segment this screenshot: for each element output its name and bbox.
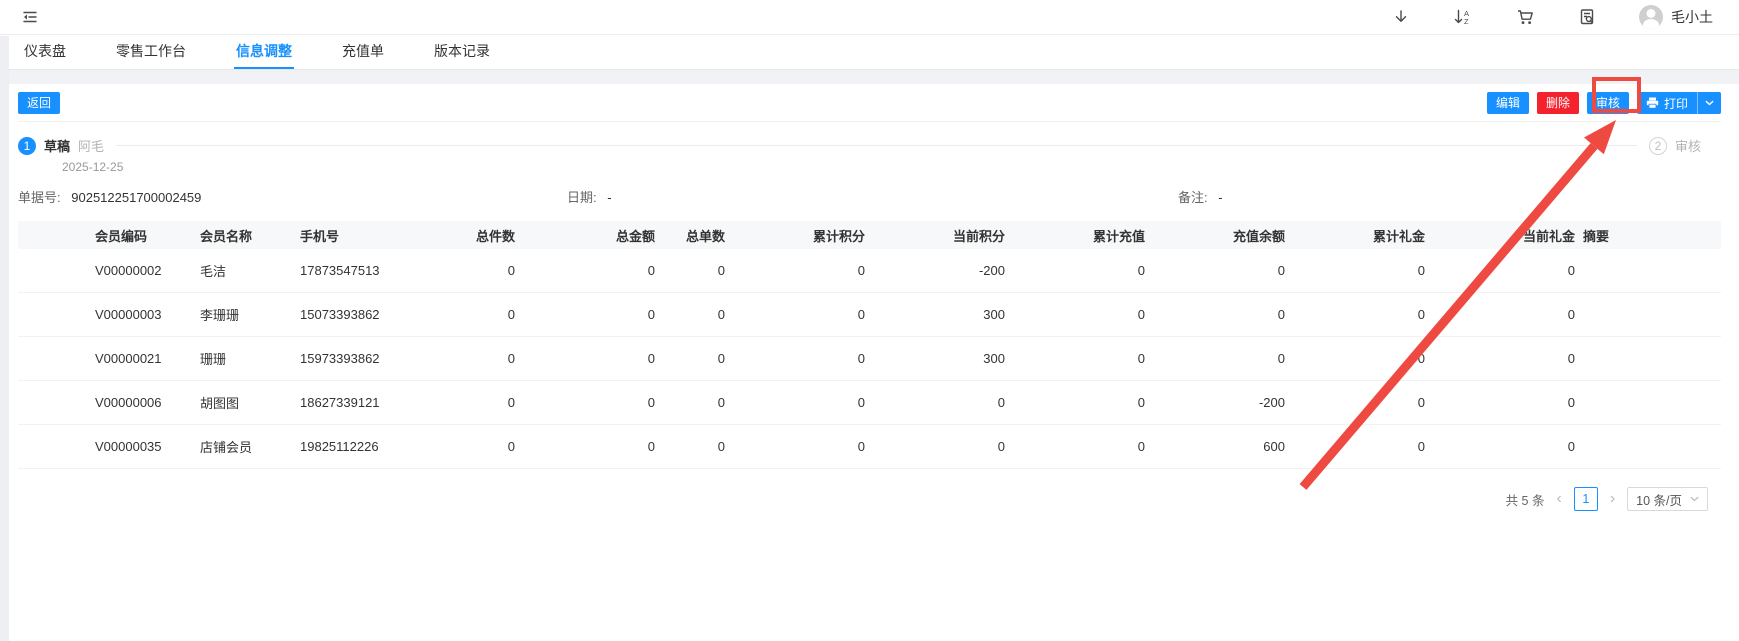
col-current-points: 当前积分: [952, 228, 1005, 244]
step1-indicator: 1: [18, 136, 36, 155]
toolbar-actions: 编辑 删除 审核 打印: [1486, 92, 1721, 114]
page-size-value: 10 条/页: [1636, 493, 1682, 508]
tab-info-adjust[interactable]: 信息调整: [234, 35, 294, 69]
chevron-down-icon: [1705, 100, 1714, 106]
delete-button[interactable]: 删除: [1536, 92, 1579, 114]
pagination: 共 5 条 ‹ 1 › 10 条/页: [18, 487, 1721, 511]
member-code: V00000003: [95, 307, 162, 322]
col-member-name: 会员名称: [200, 228, 253, 244]
workflow-steps: 1 草稿 阿毛 2 审核: [18, 122, 1721, 155]
member-table: 会员编码 会员名称 手机号 总件数 总金额 总单数 累计积分 当前积分 累计充值…: [18, 221, 1721, 469]
col-total-amount: 总金额: [615, 228, 655, 244]
page-size-select[interactable]: 10 条/页: [1627, 487, 1708, 511]
col-current-gift: 当前礼金: [1522, 228, 1575, 244]
table-row[interactable]: V00000006 胡图图 18627339121 0 0 0 0 0 0 -2…: [18, 381, 1721, 425]
order-no-label: 单据号:: [18, 190, 61, 205]
tab-bar: 仪表盘 零售工作台 信息调整 充值单 版本记录: [0, 35, 1739, 70]
table-row[interactable]: V00000002 毛洁 17873547513 0 0 0 0 -200 0 …: [18, 249, 1721, 293]
tab-recharge-order[interactable]: 充值单: [340, 35, 386, 69]
member-name: 店铺会员: [200, 440, 253, 455]
content-gap: [0, 70, 1739, 84]
remark-value: -: [1218, 190, 1223, 205]
print-button-group: 打印: [1636, 92, 1721, 114]
table-row[interactable]: V00000021 珊珊 15973393862 0 0 0 0 300 0 0…: [18, 337, 1721, 381]
detail-panel: 返回 编辑 删除 审核 打印 1 草稿 阿毛 2 审核 2025-12-25 单…: [0, 84, 1739, 511]
user-name: 毛小土: [1671, 9, 1713, 25]
col-recharge-balance: 充值余额: [1232, 228, 1285, 244]
tab-version-record[interactable]: 版本记录: [432, 35, 492, 69]
left-rail: [0, 36, 9, 641]
top-bar: A Z 毛小土: [0, 0, 1739, 35]
step1-operator: 阿毛: [78, 139, 105, 154]
next-page-button[interactable]: ›: [1610, 491, 1615, 507]
member-name: 毛洁: [200, 264, 227, 279]
current-page[interactable]: 1: [1573, 487, 1598, 511]
print-button[interactable]: 打印: [1637, 92, 1697, 114]
table-row[interactable]: V00000003 李珊珊 15073393862 0 0 0 0 300 0 …: [18, 293, 1721, 337]
member-phone: 15973393862: [300, 351, 380, 366]
edit-button[interactable]: 编辑: [1486, 92, 1529, 114]
prev-page-button[interactable]: ‹: [1556, 491, 1561, 507]
chevron-down-icon: [1690, 496, 1699, 502]
tab-retail-workbench[interactable]: 零售工作台: [114, 35, 188, 69]
step1-date: 2025-12-25: [62, 160, 124, 174]
table-header: 会员编码 会员名称 手机号 总件数 总金额 总单数 累计积分 当前积分 累计充值…: [18, 221, 1721, 249]
member-code: V00000035: [95, 439, 162, 454]
member-code: V00000002: [95, 263, 162, 278]
document-search-icon[interactable]: [1577, 7, 1597, 27]
back-button[interactable]: 返回: [18, 92, 61, 114]
remark-label: 备注:: [1178, 190, 1208, 205]
user-avatar-icon: [1639, 5, 1663, 29]
step2-title: 审核: [1674, 139, 1701, 154]
step-connector: [116, 145, 1637, 146]
svg-text:Z: Z: [1464, 17, 1469, 26]
step2-indicator: 2: [1648, 136, 1667, 155]
step1-title: 草稿: [44, 139, 71, 154]
toolbar: 返回 编辑 删除 审核 打印: [18, 92, 1721, 114]
col-accum-points: 累计积分: [812, 228, 865, 244]
tab-dashboard[interactable]: 仪表盘: [22, 35, 68, 69]
member-name: 珊珊: [200, 352, 227, 367]
shopping-cart-icon[interactable]: [1515, 7, 1535, 27]
download-icon[interactable]: [1391, 7, 1411, 27]
member-name: 胡图图: [200, 396, 240, 411]
member-phone: 17873547513: [300, 263, 380, 278]
col-member-code: 会员编码: [95, 228, 148, 244]
date-value: -: [607, 190, 612, 205]
document-info: 单据号: 902512251700002459 日期: - 备注: -: [18, 187, 1721, 206]
member-phone: 15073393862: [300, 307, 380, 322]
member-phone: 19825112226: [300, 439, 379, 454]
collapse-menu-icon[interactable]: [20, 7, 40, 27]
topbar-actions: A Z 毛小土: [1391, 5, 1713, 29]
col-accum-recharge: 累计充值: [1092, 228, 1145, 244]
pagination-total: 共 5 条: [1505, 493, 1545, 508]
member-name: 李珊珊: [200, 308, 240, 323]
user-menu[interactable]: 毛小土: [1639, 5, 1713, 29]
sort-az-icon[interactable]: A Z: [1453, 7, 1473, 27]
date-label: 日期:: [567, 190, 597, 205]
col-total-orders: 总单数: [685, 228, 725, 244]
col-phone: 手机号: [300, 228, 340, 244]
col-total-items: 总件数: [475, 228, 515, 244]
col-summary: 摘要: [1583, 228, 1610, 244]
printer-icon: [1646, 97, 1659, 109]
table-row[interactable]: V00000035 店铺会员 19825112226 0 0 0 0 0 0 6…: [18, 425, 1721, 469]
col-accum-gift: 累计礼金: [1372, 228, 1425, 244]
member-phone: 18627339121: [300, 395, 380, 410]
member-code: V00000006: [95, 395, 162, 410]
print-button-label: 打印: [1663, 96, 1688, 111]
member-code: V00000021: [95, 351, 162, 366]
order-no-value: 902512251700002459: [71, 190, 202, 205]
print-dropdown-caret[interactable]: [1697, 92, 1721, 114]
audit-button[interactable]: 审核: [1586, 92, 1629, 114]
